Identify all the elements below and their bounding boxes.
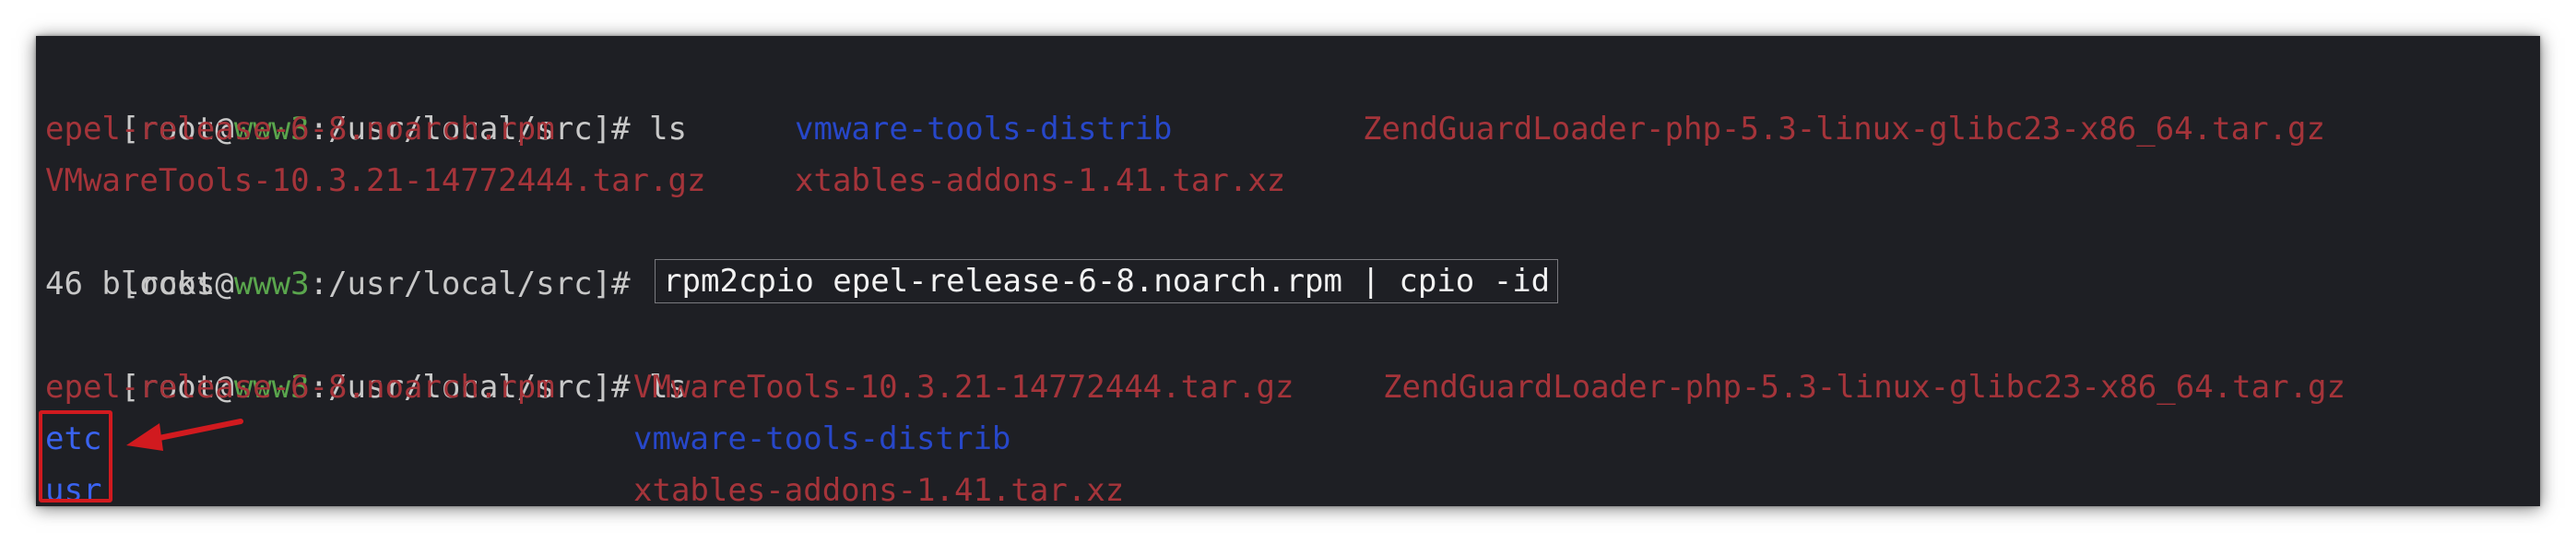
directory-entry: vmware-tools-distrib	[795, 111, 1173, 148]
terminal-line-output: VMwareTools-10.3.21-14772444.tar.gz xtab…	[45, 155, 2535, 207]
file-entry: xtables-addons-1.41.tar.xz	[633, 472, 1125, 506]
terminal-window[interactable]: [root@www3:/usr/local/src]# ls epel-rele…	[36, 36, 2540, 506]
prompt-host: www3	[233, 266, 310, 302]
terminal-line-output: usr xtables-addons-1.41.tar.xz	[45, 465, 2535, 506]
file-entry: epel-release-6-8.noarch.rpm	[45, 111, 555, 148]
file-entry: xtables-addons-1.41.tar.xz	[795, 162, 1286, 199]
terminal-line-output: epel-release-6-8.noarch.rpm vmware-tools…	[45, 103, 2535, 155]
terminal-line-prompt: [root@www3:/usr/local/src]# ls	[45, 310, 687, 406]
highlighted-command: rpm2cpio epel-release-6-8.noarch.rpm | c…	[655, 259, 1559, 303]
terminal-line-output: etc vmware-tools-distrib	[45, 413, 2535, 465]
directory-entry: vmware-tools-distrib	[633, 420, 1011, 457]
file-entry: VMwareTools-10.3.21-14772444.tar.gz	[45, 162, 706, 199]
prompt-path: :/usr/local/src]#	[309, 266, 650, 302]
red-arrow-icon	[126, 419, 243, 451]
command-output-text: 46 blocks	[45, 266, 216, 302]
terminal-line-output: epel-release-6-8.noarch.rpm VMwareTools-…	[45, 361, 2535, 413]
file-entry: ZendGuardLoader-php-5.3-linux-glibc23-x8…	[1363, 111, 2325, 148]
terminal-line-prompt: [root@www3:/usr/local/src]# ls	[45, 52, 687, 148]
file-entry: ZendGuardLoader-php-5.3-linux-glibc23-x8…	[1383, 369, 2346, 406]
highlight-box	[39, 410, 112, 503]
terminal-line-prompt: [root@www3:/usr/local/src]# rpm2cpio epe…	[45, 207, 1559, 303]
file-entry: VMwareTools-10.3.21-14772444.tar.gz	[633, 369, 1294, 406]
